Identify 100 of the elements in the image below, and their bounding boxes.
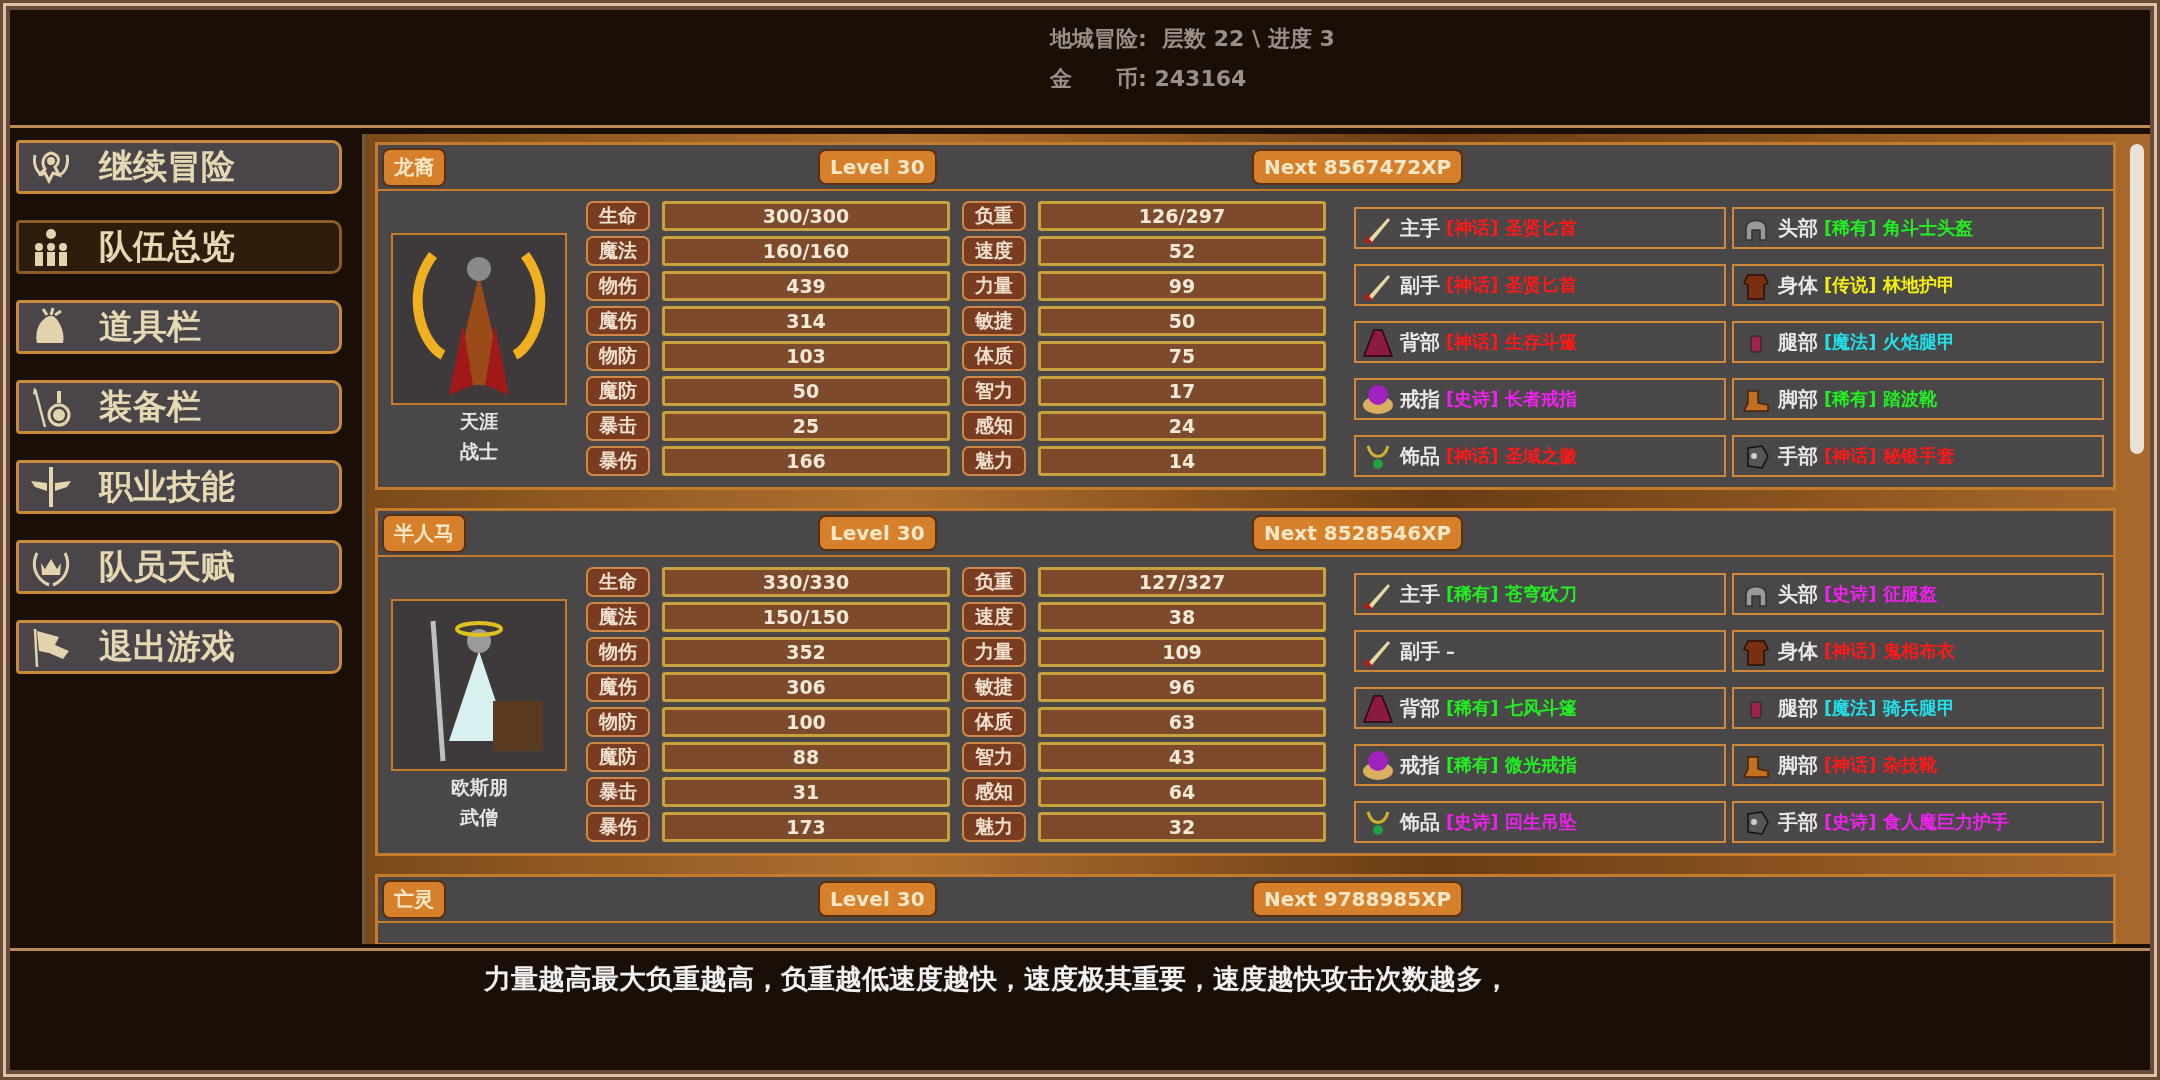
slot-name: 腿部 bbox=[1778, 328, 1818, 356]
slot-name: 副手 bbox=[1400, 271, 1440, 299]
item-name: [稀有] 踏波靴 bbox=[1824, 387, 1937, 411]
stat-label: 力量 bbox=[962, 271, 1026, 301]
stat-label: 智力 bbox=[962, 742, 1026, 772]
stat-value-bar: 439 bbox=[662, 271, 950, 301]
equipment-slot[interactable]: 饰品 [史诗] 回生吊坠 bbox=[1354, 801, 1726, 843]
stat-label: 力量 bbox=[962, 637, 1026, 667]
menu-button[interactable]: 继续冒险 bbox=[16, 140, 342, 194]
equipment-slot[interactable]: 饰品 [神话] 圣域之徽 bbox=[1354, 435, 1726, 477]
stat-value-bar: 14 bbox=[1038, 446, 1326, 476]
equipment-slot[interactable]: 手部 [神话] 秘银手套 bbox=[1732, 435, 2104, 477]
equipment-slot[interactable]: 戒指 [史诗] 长者戒指 bbox=[1354, 378, 1726, 420]
menu-button[interactable]: 装备栏 bbox=[16, 380, 342, 434]
equipment-slot[interactable]: 副手 – bbox=[1354, 630, 1726, 672]
item-name: [神话] 鬼相布衣 bbox=[1824, 639, 1955, 663]
stat-label: 负重 bbox=[962, 567, 1026, 597]
stat-value-bar: 99 bbox=[1038, 271, 1326, 301]
stat-label: 速度 bbox=[962, 236, 1026, 266]
stat-label: 魔防 bbox=[586, 376, 650, 406]
stat-label: 物伤 bbox=[586, 637, 650, 667]
ring-icon bbox=[1362, 749, 1394, 781]
stat-label: 魔法 bbox=[586, 602, 650, 632]
slot-name: 脚部 bbox=[1778, 751, 1818, 779]
stat-value-bar: 306 bbox=[662, 672, 950, 702]
character-class: 武僧 bbox=[460, 805, 498, 830]
stat-label: 魅力 bbox=[962, 812, 1026, 842]
stat-label: 生命 bbox=[586, 201, 650, 231]
next-xp-label: Next 8528546XP bbox=[1252, 515, 1464, 551]
item-name: [神话] 圣贤匕首 bbox=[1446, 216, 1577, 240]
race-label: 半人马 bbox=[382, 513, 466, 553]
item-name: [神话] 杂技靴 bbox=[1824, 753, 1937, 777]
equipment-slot[interactable]: 头部 [稀有] 角斗士头盔 bbox=[1732, 207, 2104, 249]
stat-value-bar: 63 bbox=[1038, 707, 1326, 737]
stat-label: 智力 bbox=[962, 376, 1026, 406]
level-label: Level 30 bbox=[818, 515, 937, 551]
stat-value-bar: 75 bbox=[1038, 341, 1326, 371]
stat-value-bar: 300/300 bbox=[662, 201, 950, 231]
stat-label: 暴击 bbox=[586, 777, 650, 807]
item-name: [史诗] 回生吊坠 bbox=[1446, 810, 1577, 834]
equipment-slot[interactable]: 身体 [神话] 鬼相布衣 bbox=[1732, 630, 2104, 672]
menu-button[interactable]: 退出游戏 bbox=[16, 620, 342, 674]
next-xp-label: Next 8567472XP bbox=[1252, 149, 1464, 185]
stat-label: 魔伤 bbox=[586, 306, 650, 336]
level-label: Level 30 bbox=[818, 149, 937, 185]
stat-value-bar: 166 bbox=[662, 446, 950, 476]
stat-value-bar: 17 bbox=[1038, 376, 1326, 406]
winged-sword-icon bbox=[29, 465, 73, 509]
item-name: [神话] 秘银手套 bbox=[1824, 444, 1955, 468]
item-name: [稀有] 微光戒指 bbox=[1446, 753, 1577, 777]
item-name: [稀有] 七风斗篷 bbox=[1446, 696, 1577, 720]
equipment-slot[interactable]: 背部 [稀有] 七风斗篷 bbox=[1354, 687, 1726, 729]
stat-label: 敏捷 bbox=[962, 306, 1026, 336]
stat-value-bar: 64 bbox=[1038, 777, 1326, 807]
slot-name: 腿部 bbox=[1778, 694, 1818, 722]
equipment-slot[interactable]: 戒指 [稀有] 微光戒指 bbox=[1354, 744, 1726, 786]
stat-label: 生命 bbox=[586, 567, 650, 597]
scrollbar-thumb[interactable] bbox=[2130, 144, 2144, 454]
slot-name: 脚部 bbox=[1778, 385, 1818, 413]
stat-value-bar: 31 bbox=[662, 777, 950, 807]
stat-value-bar: 50 bbox=[662, 376, 950, 406]
slot-name: 背部 bbox=[1400, 328, 1440, 356]
menu-button[interactable]: 道具栏 bbox=[16, 300, 342, 354]
item-name: [史诗] 征服盔 bbox=[1824, 582, 1937, 606]
stat-value-bar: 126/297 bbox=[1038, 201, 1326, 231]
stat-value-bar: 88 bbox=[662, 742, 950, 772]
slot-name: 戒指 bbox=[1400, 751, 1440, 779]
race-label: 龙裔 bbox=[382, 147, 446, 187]
stat-value-bar: 24 bbox=[1038, 411, 1326, 441]
character-class: 战士 bbox=[460, 439, 498, 464]
item-name: [魔法] 骑兵腿甲 bbox=[1824, 696, 1955, 720]
item-name: – bbox=[1446, 640, 1455, 662]
menu-button[interactable]: 队员天赋 bbox=[16, 540, 342, 594]
next-xp-label: Next 9788985XP bbox=[1252, 881, 1464, 917]
dungeon-floor-text: 地城冒险: 层数 22 \ 进度 3 bbox=[1050, 25, 1336, 53]
equipment-slot[interactable]: 手部 [史诗] 食人魔巨力护手 bbox=[1732, 801, 2104, 843]
stat-label: 魔法 bbox=[586, 236, 650, 266]
stat-value-bar: 314 bbox=[662, 306, 950, 336]
menu-button[interactable]: 职业技能 bbox=[16, 460, 342, 514]
stat-value-bar: 43 bbox=[1038, 742, 1326, 772]
equipment-slot[interactable]: 腿部 [魔法] 骑兵腿甲 bbox=[1732, 687, 2104, 729]
stat-value-bar: 173 bbox=[662, 812, 950, 842]
equipment-slot[interactable]: 主手 [神话] 圣贤匕首 bbox=[1354, 207, 1726, 249]
equipment-slot[interactable]: 头部 [史诗] 征服盔 bbox=[1732, 573, 2104, 615]
equipment-slot[interactable]: 脚部 [稀有] 踏波靴 bbox=[1732, 378, 2104, 420]
item-name: [神话] 圣域之徽 bbox=[1446, 444, 1577, 468]
stat-value-bar: 150/150 bbox=[662, 602, 950, 632]
equipment-slot[interactable]: 副手 [神话] 圣贤匕首 bbox=[1354, 264, 1726, 306]
slot-name: 身体 bbox=[1778, 271, 1818, 299]
equipment-slot[interactable]: 主手 [稀有] 苍穹砍刀 bbox=[1354, 573, 1726, 615]
slot-name: 主手 bbox=[1400, 214, 1440, 242]
stat-label: 感知 bbox=[962, 777, 1026, 807]
equipment-slot[interactable]: 背部 [神话] 生存斗篷 bbox=[1354, 321, 1726, 363]
equipment-slot[interactable]: 身体 [传说] 林地护甲 bbox=[1732, 264, 2104, 306]
race-label: 亡灵 bbox=[382, 879, 446, 919]
slot-name: 副手 bbox=[1400, 637, 1440, 665]
equipment-slot[interactable]: 腿部 [魔法] 火焰腿甲 bbox=[1732, 321, 2104, 363]
slot-name: 饰品 bbox=[1400, 442, 1440, 470]
menu-button[interactable]: 队伍总览 bbox=[16, 220, 342, 274]
equipment-slot[interactable]: 脚部 [神话] 杂技靴 bbox=[1732, 744, 2104, 786]
